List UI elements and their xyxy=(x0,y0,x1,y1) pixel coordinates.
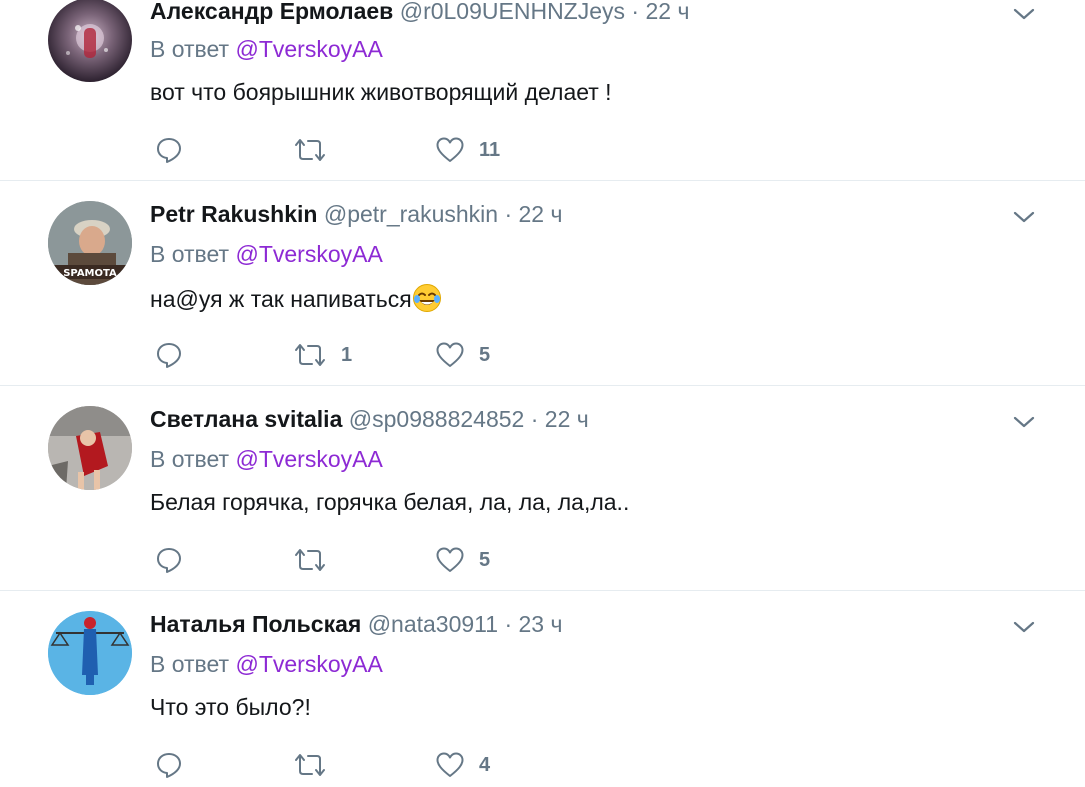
avatar-image xyxy=(48,406,132,490)
reply-context: В ответ @TverskoyAA xyxy=(150,36,383,63)
user-handle[interactable]: @r0L09UENHNZJeys xyxy=(400,0,625,24)
tweet-item[interactable]: Светлана svitalia @sp0988824852 · 22 ч В… xyxy=(0,386,1085,591)
like-count: 5 xyxy=(479,548,491,571)
reply-icon xyxy=(155,341,183,369)
like-count: 4 xyxy=(479,753,491,776)
tweet-header: Petr Rakushkin @petr_rakushkin · 22 ч xyxy=(150,201,562,228)
retweet-count: 1 xyxy=(341,343,353,366)
user-handle[interactable]: @sp0988824852 xyxy=(349,406,525,432)
tweet-item[interactable]: SPAMOTA Petr Rakushkin @petr_rakushkin ·… xyxy=(0,181,1085,386)
avatar-image: SPAMOTA xyxy=(48,201,132,285)
display-name[interactable]: Petr Rakushkin xyxy=(150,201,317,227)
user-handle[interactable]: @petr_rakushkin xyxy=(324,201,498,227)
retweet-icon xyxy=(293,342,327,368)
reply-mention-link[interactable]: @TverskoyAA xyxy=(235,36,382,62)
like-button[interactable]: 5 xyxy=(435,339,490,371)
like-button[interactable]: 5 xyxy=(435,544,490,576)
reply-button[interactable] xyxy=(155,134,183,166)
reply-icon xyxy=(155,136,183,164)
reply-prefix: В ответ xyxy=(150,36,230,62)
retweet-icon xyxy=(293,137,327,163)
avatar[interactable] xyxy=(48,0,132,82)
reply-context: В ответ @TverskoyAA xyxy=(150,651,383,678)
tweet-header: Александр Ермолаев @r0L09UENHNZJeys · 22… xyxy=(150,0,689,25)
reply-mention-link[interactable]: @TverskoyAA xyxy=(235,446,382,472)
separator-dot: · xyxy=(530,406,539,432)
like-count: 11 xyxy=(479,138,501,161)
reply-icon xyxy=(155,751,183,779)
avatar[interactable]: SPAMOTA xyxy=(48,201,132,285)
reply-prefix: В ответ xyxy=(150,651,230,677)
timestamp[interactable]: 23 ч xyxy=(519,611,563,637)
separator-dot: · xyxy=(631,0,640,24)
retweet-icon xyxy=(293,547,327,573)
tweet-item[interactable]: Наталья Польская @nata30911 · 23 ч В отв… xyxy=(0,591,1085,787)
reply-button[interactable] xyxy=(155,339,183,371)
heart-icon xyxy=(435,546,465,574)
display-name[interactable]: Светлана svitalia xyxy=(150,406,342,432)
separator-dot: · xyxy=(504,201,513,227)
chevron-down-icon[interactable] xyxy=(1012,2,1036,26)
tweet-text: Что это было?! xyxy=(150,694,311,720)
tweet-text: Белая горячка, горячка белая, ла, ла, ла… xyxy=(150,489,630,515)
retweet-button[interactable] xyxy=(293,544,341,576)
retweet-button[interactable]: 1 xyxy=(293,339,352,371)
like-button[interactable]: 11 xyxy=(435,134,500,166)
reply-button[interactable] xyxy=(155,749,183,781)
reply-mention-link[interactable]: @TverskoyAA xyxy=(235,241,382,267)
display-name[interactable]: Александр Ермолаев xyxy=(150,0,393,24)
heart-icon xyxy=(435,751,465,779)
reply-context: В ответ @TverskoyAA xyxy=(150,446,383,473)
user-handle[interactable]: @nata30911 xyxy=(368,611,498,637)
reply-context: В ответ @TverskoyAA xyxy=(150,241,383,268)
retweet-button[interactable] xyxy=(293,134,341,166)
timestamp[interactable]: 22 ч xyxy=(519,201,563,227)
heart-icon xyxy=(435,341,465,369)
chevron-down-icon[interactable] xyxy=(1012,615,1036,639)
separator-dot: · xyxy=(504,611,513,637)
retweet-icon xyxy=(293,752,327,778)
tweet-item[interactable]: Александр Ермолаев @r0L09UENHNZJeys · 22… xyxy=(0,0,1085,180)
tweet-text: вот что боярышник животворящий делает ! xyxy=(150,79,612,105)
timestamp[interactable]: 22 ч xyxy=(645,0,689,24)
avatar[interactable] xyxy=(48,611,132,695)
reply-button[interactable] xyxy=(155,544,183,576)
avatar-image xyxy=(66,24,108,58)
avatar-image xyxy=(48,611,132,695)
tweet-text-container: на@уя ж так напиваться xyxy=(150,283,442,319)
reply-icon xyxy=(155,546,183,574)
face-with-tears-of-joy-icon xyxy=(412,283,442,319)
chevron-down-icon[interactable] xyxy=(1012,205,1036,229)
chevron-down-icon[interactable] xyxy=(1012,410,1036,434)
tweet-header: Светлана svitalia @sp0988824852 · 22 ч xyxy=(150,406,589,433)
like-count: 5 xyxy=(479,343,491,366)
like-button[interactable]: 4 xyxy=(435,749,490,781)
reply-prefix: В ответ xyxy=(150,446,230,472)
avatar-caption: SPAMOTA xyxy=(63,268,117,279)
reply-prefix: В ответ xyxy=(150,241,230,267)
tweet-header: Наталья Польская @nata30911 · 23 ч xyxy=(150,611,562,638)
avatar[interactable] xyxy=(48,406,132,490)
reply-mention-link[interactable]: @TverskoyAA xyxy=(235,651,382,677)
timestamp[interactable]: 22 ч xyxy=(545,406,589,432)
display-name[interactable]: Наталья Польская xyxy=(150,611,361,637)
retweet-button[interactable] xyxy=(293,749,341,781)
heart-icon xyxy=(435,136,465,164)
tweet-text: на@уя ж так напиваться xyxy=(150,286,412,312)
